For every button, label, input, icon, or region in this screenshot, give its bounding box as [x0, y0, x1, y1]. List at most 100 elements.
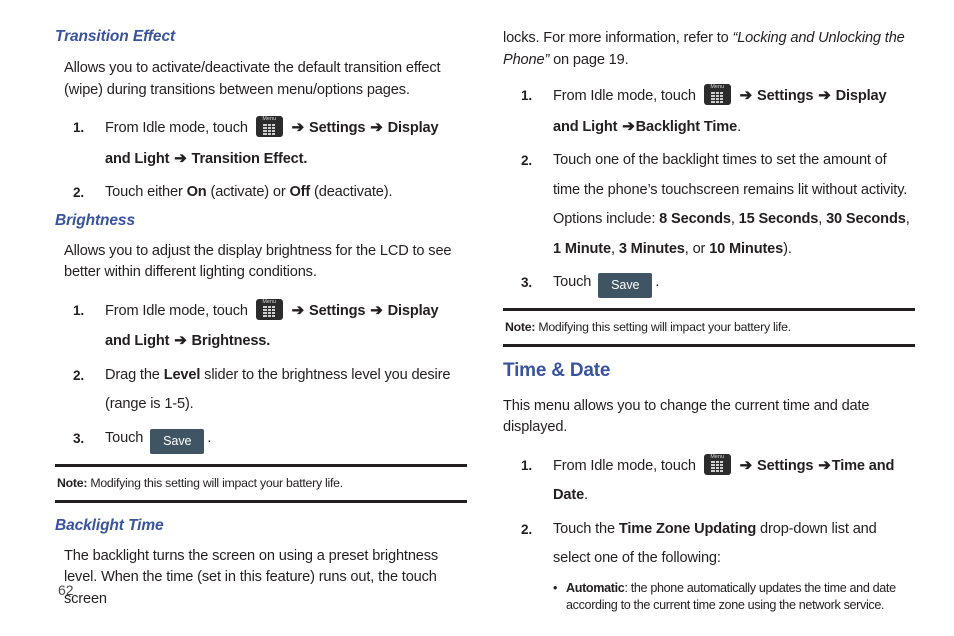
- step-text: .: [207, 429, 212, 446]
- option-8-seconds: 8 Seconds: [659, 211, 731, 227]
- step-number: 2.: [521, 521, 533, 537]
- step-text: .: [655, 274, 660, 290]
- step-text: Touch either: [105, 184, 187, 201]
- step-item: 1. From Idle mode, touch Menu ➔ Settings…: [55, 296, 467, 357]
- note-label: Note:: [505, 320, 536, 334]
- manual-page: Transition Effect Allows you to activate…: [0, 0, 954, 636]
- note-block: Note: Modifying this setting will impact…: [503, 308, 915, 347]
- step-item: 2. Touch the Time Zone Updating drop-dow…: [503, 515, 915, 614]
- step-item: 3. Touch Save.: [503, 268, 915, 298]
- arrow-right-icon: ➔: [622, 117, 635, 135]
- step-bold-backlight-time: Backlight Time: [635, 118, 738, 135]
- step-text-pre: From Idle mode, touch: [105, 302, 252, 319]
- section-paragraph-backlight-time: The backlight turns the screen on using …: [64, 547, 439, 607]
- step-bold-settings: Settings: [309, 302, 366, 319]
- arrow-right-icon: ➔: [739, 456, 753, 474]
- step-item: 2. Drag the Level slider to the brightne…: [55, 361, 467, 420]
- option-1-minute: 1 Minute: [553, 240, 611, 257]
- step-bold-transition-effect: Transition Effect.: [191, 150, 308, 167]
- step-options-intro: Options include:: [553, 211, 660, 227]
- menu-grid-icon[interactable]: Menu: [255, 298, 283, 320]
- menu-key-label: Menu: [262, 116, 277, 123]
- section-heading-brightness: Brightness: [55, 211, 135, 229]
- step-item: 2. Touch one of the backlight times to s…: [503, 146, 915, 264]
- step-number: 2.: [521, 153, 533, 168]
- list-item: • Automatic: the phone automatically upda…: [553, 580, 915, 614]
- menu-key-dots: [263, 123, 276, 135]
- arrow-right-icon: ➔: [174, 332, 187, 350]
- menu-grid-icon[interactable]: Menu: [703, 84, 731, 105]
- step-number: 2.: [73, 185, 85, 201]
- section-heading-transition-effect: Transition Effect: [55, 28, 176, 45]
- step-number: 3.: [73, 430, 85, 446]
- step-text: (deactivate).: [310, 184, 393, 201]
- section-paragraph-time-and-date: This menu allows you to change the curre…: [503, 397, 870, 436]
- note-text: Modifying this setting will impact your …: [87, 475, 343, 490]
- menu-key-dots: [711, 91, 724, 103]
- continuation-text: on page 19.: [549, 51, 629, 68]
- section-heading-time-and-date: Time & Date: [503, 360, 611, 381]
- right-column: locks. For more information, refer to “L…: [503, 28, 915, 618]
- step-bold-level: Level: [163, 366, 201, 383]
- option-15-seconds: 15 Seconds: [738, 211, 819, 227]
- note-label: Note:: [57, 475, 88, 490]
- option-30-seconds: 30 Seconds: [826, 211, 906, 227]
- note-block: Note: Modifying this setting will impact…: [55, 463, 467, 503]
- menu-key-label: Menu: [262, 298, 277, 305]
- arrow-right-icon: ➔: [174, 149, 187, 167]
- option-bullet-list: • Automatic: the phone automatically upda…: [553, 580, 915, 614]
- steps-brightness: 1. From Idle mode, touch Menu ➔ Settings…: [55, 296, 467, 454]
- step-bold-settings: Settings: [757, 457, 814, 474]
- step-number: 1.: [521, 457, 533, 473]
- arrow-right-icon: ➔: [291, 301, 305, 319]
- step-text-pre: From Idle mode, touch: [553, 88, 700, 104]
- menu-key-dots: [711, 461, 724, 473]
- step-item: 1. From Idle mode, touch Menu ➔ Settings…: [55, 113, 467, 174]
- step-number: 1.: [521, 88, 533, 103]
- continuation-text: locks. For more information, refer to: [503, 30, 733, 46]
- continuation-paragraph: locks. For more information, refer to “L…: [503, 28, 915, 71]
- save-button[interactable]: Save: [150, 428, 205, 454]
- step-bold-off: Off: [289, 184, 311, 201]
- menu-key-label: Menu: [710, 453, 725, 460]
- save-button[interactable]: Save: [598, 273, 653, 298]
- arrow-right-icon: ➔: [370, 119, 383, 137]
- step-bold-settings: Settings: [757, 88, 814, 104]
- steps-backlight-time: 1. From Idle mode, touch Menu ➔ Settings…: [503, 81, 915, 298]
- option-conjunction: or: [692, 240, 706, 257]
- step-text: Touch: [105, 429, 148, 446]
- steps-time-and-date: 1. From Idle mode, touch Menu ➔ Settings…: [503, 451, 915, 614]
- step-item: 3. Touch Save.: [55, 424, 467, 454]
- section-paragraph-transition-effect: Allows you to activate/deactivate the de…: [64, 60, 441, 98]
- step-text-pre: From Idle mode, touch: [553, 457, 700, 474]
- step-text: Touch one of the backlight times to set …: [553, 152, 908, 198]
- arrow-right-icon: ➔: [370, 301, 383, 319]
- page-number: 62: [58, 582, 74, 598]
- step-number: 1.: [73, 302, 85, 318]
- section-heading-backlight-time: Backlight Time: [55, 516, 164, 534]
- bullet-dot-icon: •: [553, 580, 558, 595]
- step-text-tail: .: [584, 487, 588, 504]
- step-text: Touch: [553, 274, 596, 290]
- menu-key-label: Menu: [710, 84, 725, 90]
- section-paragraph-brightness: Allows you to adjust the display brightn…: [64, 242, 452, 281]
- step-item: 1. From Idle mode, touch Menu ➔ Settings…: [503, 451, 915, 511]
- step-bold-time-zone-updating[interactable]: Time Zone Updating: [619, 521, 756, 537]
- bullet-bold-automatic: Automatic: [566, 580, 625, 595]
- menu-grid-icon[interactable]: Menu: [703, 453, 731, 475]
- step-text-tail: ).: [783, 240, 792, 257]
- step-number: 2.: [73, 367, 85, 383]
- menu-key-dots: [263, 306, 276, 318]
- step-text-tail: .: [737, 118, 741, 135]
- note-text: Modifying this setting will impact your …: [535, 320, 791, 334]
- option-3-minutes: 3 Minutes: [618, 240, 685, 257]
- step-text-pre: From Idle mode, touch: [105, 120, 252, 137]
- menu-grid-icon[interactable]: Menu: [255, 116, 283, 138]
- step-item: 2. Touch either On (activate) or Off (de…: [55, 178, 467, 208]
- step-bold-settings: Settings: [309, 120, 366, 137]
- step-text: (activate) or: [206, 184, 290, 201]
- step-number: 1.: [73, 120, 85, 136]
- arrow-right-icon: ➔: [818, 456, 831, 474]
- step-number: 3.: [521, 275, 533, 290]
- arrow-right-icon: ➔: [291, 119, 305, 137]
